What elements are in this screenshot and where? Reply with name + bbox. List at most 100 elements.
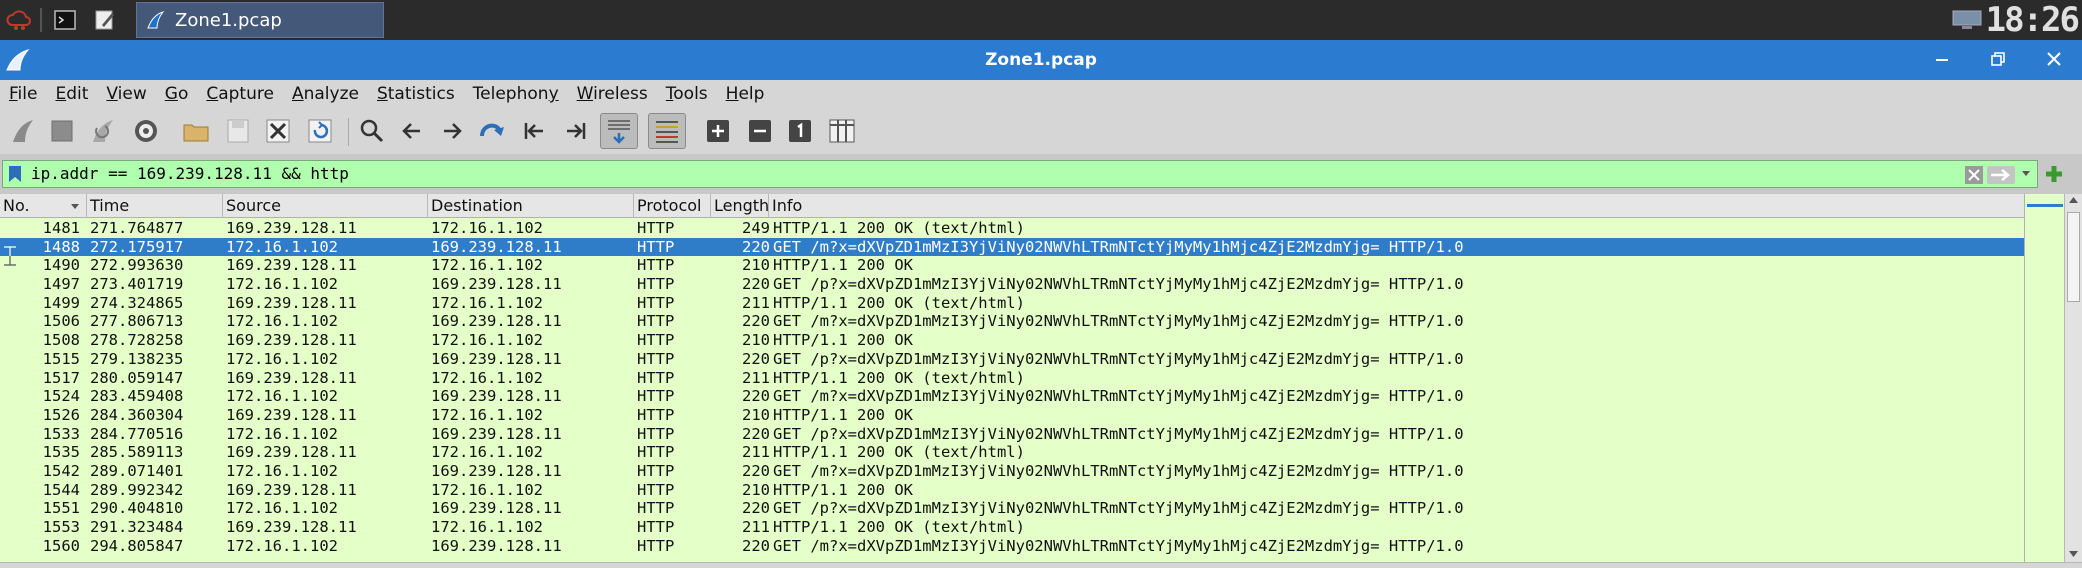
- menu-view[interactable]: View: [97, 80, 155, 108]
- table-row[interactable]: 1508 278.728258 169.239.128.11 172.16.1.102…: [0, 331, 2024, 350]
- cell-destination: 169.239.128.11: [431, 275, 562, 294]
- save-file-icon[interactable]: [222, 115, 254, 147]
- menu-wireless[interactable]: Wireless: [568, 80, 657, 108]
- cell-info: HTTP/1.1 200 OK: [773, 331, 913, 350]
- packet-list[interactable]: No. Time Source Destination Protocol Len…: [0, 194, 2062, 562]
- colorize-icon[interactable]: [648, 113, 686, 149]
- monitor-icon[interactable]: [1952, 10, 1982, 30]
- stop-capture-icon[interactable]: [46, 115, 78, 147]
- table-row[interactable]: 1488 272.175917 172.16.1.102 169.239.128.11…: [0, 237, 2024, 257]
- table-row[interactable]: 1499 274.324865 169.239.128.11 172.16.1.102…: [0, 293, 2024, 313]
- cell-destination: 172.16.1.102: [431, 518, 543, 536]
- bookmark-icon[interactable]: [8, 165, 22, 183]
- text-editor-icon[interactable]: [90, 6, 120, 34]
- table-row[interactable]: 1542 289.071401 172.16.1.102 169.239.128.11…: [0, 461, 2024, 481]
- scroll-up-icon[interactable]: [2068, 196, 2079, 204]
- table-row[interactable]: 1551 290.404810 172.16.1.102 169.239.128.11…: [0, 499, 2024, 518]
- menu-capture[interactable]: Capture: [197, 80, 283, 108]
- table-row[interactable]: 1490 272.993630 169.239.128.11 172.16.1.102…: [0, 256, 2024, 276]
- cell-source: 172.16.1.102: [226, 387, 338, 406]
- taskbar-window-item[interactable]: Zone1.pcap: [136, 2, 384, 38]
- filter-history-dropdown-icon[interactable]: [2021, 170, 2031, 178]
- table-row[interactable]: 1515 279.138235 172.16.1.102 169.239.128.11…: [0, 349, 2024, 369]
- column-header-time[interactable]: Time: [87, 194, 223, 218]
- table-row[interactable]: 1544 289.992342 169.239.128.11 172.16.1.102…: [0, 480, 2024, 500]
- cell-time: 283.459408: [90, 387, 184, 406]
- cell-no: 1526: [42, 405, 80, 424]
- table-row[interactable]: 1481 271.764877 169.239.128.11 172.16.1.102…: [0, 219, 2024, 238]
- table-row[interactable]: 1524 283.459408 172.16.1.102 169.239.128.11…: [0, 387, 2024, 406]
- pane-splitter[interactable]: [0, 562, 2082, 568]
- normal-size-icon[interactable]: [784, 115, 816, 147]
- restore-icon[interactable]: [1984, 46, 2012, 74]
- table-row[interactable]: 1533 284.770516 172.16.1.102 169.239.128.11…: [0, 424, 2024, 444]
- column-header-info[interactable]: Info: [769, 194, 2024, 218]
- resize-columns-icon[interactable]: [826, 115, 858, 147]
- go-back-icon[interactable]: [396, 115, 428, 147]
- restart-capture-icon[interactable]: [86, 115, 118, 147]
- menu-file[interactable]: File: [0, 80, 46, 108]
- close-file-icon[interactable]: [262, 115, 294, 147]
- cell-source: 172.16.1.102: [226, 349, 338, 368]
- column-header-destination[interactable]: Destination: [428, 194, 634, 218]
- taskbar: Zone1.pcap 18:26: [0, 0, 2082, 40]
- menu-edit[interactable]: Edit: [46, 80, 97, 108]
- vertical-scrollbar[interactable]: [2064, 194, 2082, 562]
- zoom-out-icon[interactable]: [744, 115, 776, 147]
- menu-go[interactable]: Go: [156, 80, 198, 108]
- cell-source: 169.239.128.11: [226, 256, 357, 275]
- menu-statistics[interactable]: Statistics: [368, 80, 464, 108]
- packet-rows: 1481 271.764877 169.239.128.11 172.16.1.102…: [0, 219, 2024, 556]
- menu-help[interactable]: Help: [717, 80, 774, 108]
- clear-filter-icon[interactable]: [1965, 166, 1983, 184]
- packet-minimap[interactable]: [2024, 194, 2064, 562]
- zoom-in-icon[interactable]: [702, 115, 734, 147]
- table-row[interactable]: 1506 277.806713 172.16.1.102 169.239.128.11…: [0, 312, 2024, 332]
- display-filter-input[interactable]: ip.addr == 169.239.128.11 && http: [2, 160, 2038, 188]
- start-capture-icon[interactable]: [6, 115, 38, 147]
- cell-length: 220: [742, 312, 770, 331]
- close-icon[interactable]: [2040, 46, 2068, 74]
- window-titlebar[interactable]: Zone1.pcap: [0, 40, 2082, 80]
- table-row[interactable]: 1497 273.401719 172.16.1.102 169.239.128.11…: [0, 275, 2024, 294]
- table-row[interactable]: 1526 284.360304 169.239.128.11 172.16.1.102…: [0, 405, 2024, 425]
- column-header-length[interactable]: Length: [711, 194, 769, 218]
- autoscroll-icon[interactable]: [600, 113, 638, 149]
- column-header-source[interactable]: Source: [223, 194, 428, 218]
- table-row[interactable]: 1535 285.589113 169.239.128.11 172.16.1.102…: [0, 443, 2024, 462]
- menu-tools[interactable]: Tools: [657, 80, 717, 108]
- scroll-down-icon[interactable]: [2068, 550, 2079, 558]
- table-row[interactable]: 1517 280.059147 169.239.128.11 172.16.1.102…: [0, 368, 2024, 388]
- table-row[interactable]: 1553 291.323484 169.239.128.11 172.16.1.102…: [0, 518, 2024, 537]
- column-header-protocol[interactable]: Protocol: [634, 194, 711, 218]
- column-header-no[interactable]: No.: [0, 194, 87, 218]
- menu-telephony[interactable]: Telephony: [464, 80, 568, 108]
- cell-protocol: HTTP: [637, 387, 675, 406]
- cell-length: 220: [742, 387, 770, 406]
- cell-source: 169.239.128.11: [226, 331, 357, 350]
- cell-time: 290.404810: [90, 499, 184, 518]
- cell-time: 278.728258: [90, 331, 184, 350]
- cell-destination: 172.16.1.102: [431, 293, 543, 312]
- terminal-icon[interactable]: [50, 6, 80, 34]
- scrollbar-thumb[interactable]: [2067, 212, 2080, 302]
- table-row[interactable]: 1560 294.805847 172.16.1.102 169.239.128.11…: [0, 536, 2024, 556]
- add-filter-button-icon[interactable]: [2044, 164, 2064, 184]
- capture-options-icon[interactable]: [130, 115, 162, 147]
- reload-file-icon[interactable]: [304, 115, 336, 147]
- cell-length: 211: [742, 368, 770, 387]
- minimize-icon[interactable]: [1928, 46, 1956, 74]
- first-packet-icon[interactable]: [518, 115, 550, 147]
- cloud-network-icon[interactable]: [4, 6, 34, 34]
- clock[interactable]: 18:26: [1986, 0, 2080, 40]
- open-file-icon[interactable]: [180, 115, 212, 147]
- find-packet-icon[interactable]: [356, 115, 388, 147]
- cell-protocol: HTTP: [637, 368, 675, 387]
- menu-analyze[interactable]: Analyze: [283, 80, 368, 108]
- apply-filter-icon[interactable]: [1987, 166, 2015, 184]
- cell-protocol: HTTP: [637, 293, 675, 312]
- cell-no: 1544: [42, 480, 80, 499]
- go-forward-icon[interactable]: [436, 115, 468, 147]
- last-packet-icon[interactable]: [560, 115, 592, 147]
- go-to-packet-icon[interactable]: [476, 115, 508, 147]
